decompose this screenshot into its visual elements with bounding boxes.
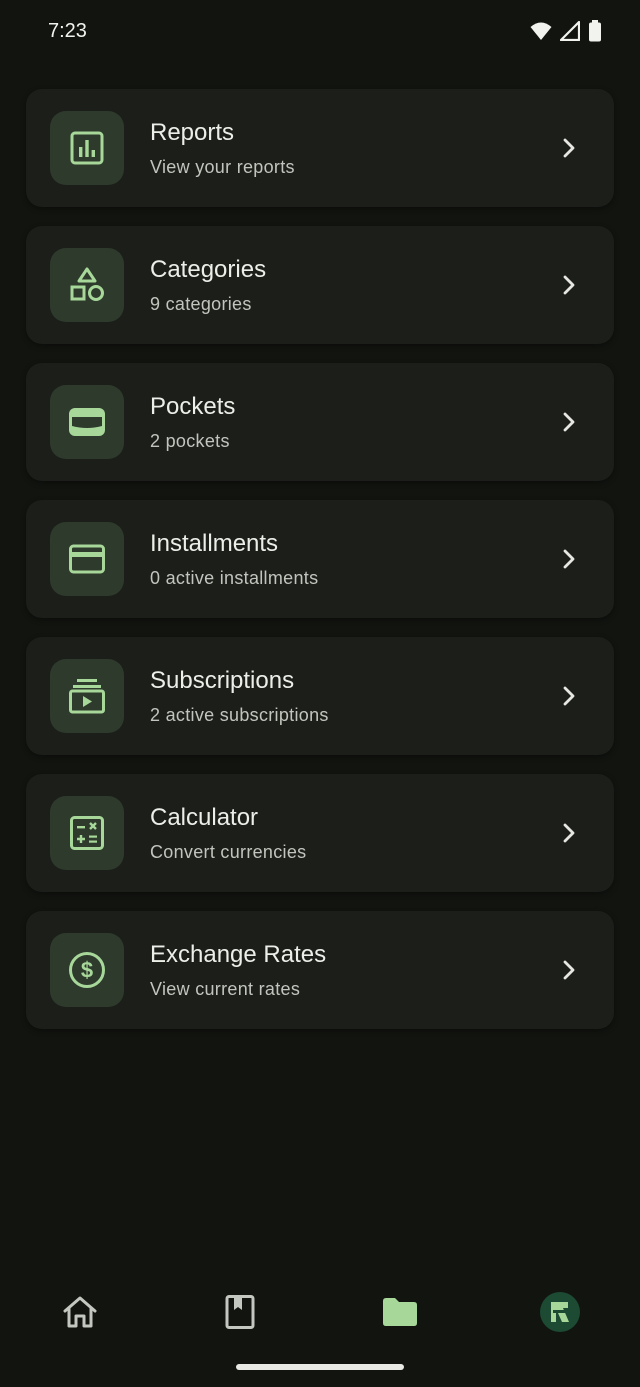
chevron-right-icon xyxy=(563,823,575,843)
battery-icon xyxy=(589,20,601,42)
card-subtitle: 2 pockets xyxy=(150,431,230,451)
card-title: Installments xyxy=(150,530,279,557)
chevron-right-icon xyxy=(563,549,575,569)
menu-list: Reports View your reports Categories 9 c… xyxy=(26,89,614,1048)
nav-home[interactable] xyxy=(56,1288,104,1336)
card-title: Calculator xyxy=(150,804,259,831)
card-icon-box xyxy=(50,796,124,870)
menu-item-categories[interactable]: Categories 9 categories xyxy=(26,226,614,344)
card-title: Reports xyxy=(150,119,235,146)
bookmark-book-icon xyxy=(225,1295,255,1329)
card-title: Pockets xyxy=(150,393,236,420)
card-icon-box xyxy=(50,111,124,185)
card-icon-box xyxy=(50,248,124,322)
card-title: Subscriptions xyxy=(150,667,295,694)
menu-item-pockets[interactable]: Pockets 2 pockets xyxy=(26,363,614,481)
menu-item-reports[interactable]: Reports View your reports xyxy=(26,89,614,207)
nav-profile[interactable] xyxy=(536,1288,584,1336)
card-subtitle: Convert currencies xyxy=(150,842,307,862)
card-icon-box xyxy=(50,385,124,459)
chevron-right-icon xyxy=(563,138,575,158)
status-bar: 7:23 xyxy=(0,0,640,64)
chevron-right-icon xyxy=(563,686,575,706)
menu-item-subscriptions[interactable]: Subscriptions 2 active subscriptions xyxy=(26,637,614,755)
nav-folder[interactable] xyxy=(376,1288,424,1336)
calculator-icon xyxy=(70,816,104,850)
card-subtitle: View current rates xyxy=(150,979,301,999)
card-subtitle: 2 active subscriptions xyxy=(150,705,329,725)
card-subtitle: View your reports xyxy=(150,157,295,177)
card-icon-box xyxy=(50,659,124,733)
subscriptions-icon xyxy=(69,679,105,714)
dollar-circle-icon: $ xyxy=(69,952,105,988)
card-icon-box xyxy=(50,522,124,596)
cellular-signal-icon xyxy=(560,21,580,41)
card-subtitle: 9 categories xyxy=(150,294,252,314)
svg-text:$: $ xyxy=(81,958,93,983)
shapes-icon xyxy=(70,267,104,301)
card-icon-box: $ xyxy=(50,933,124,1007)
menu-item-installments[interactable]: Installments 0 active installments xyxy=(26,500,614,618)
chevron-right-icon xyxy=(563,960,575,980)
home-icon xyxy=(63,1296,97,1328)
menu-item-calculator[interactable]: Calculator Convert currencies xyxy=(26,774,614,892)
app-logo-avatar-icon xyxy=(540,1292,580,1332)
bottom-navigation xyxy=(0,1270,640,1350)
card-title: Exchange Rates xyxy=(150,941,327,968)
nav-bookmarks[interactable] xyxy=(216,1288,264,1336)
bar-chart-icon xyxy=(70,131,104,165)
wifi-icon xyxy=(530,22,552,40)
chevron-right-icon xyxy=(563,412,575,432)
status-icons xyxy=(530,20,602,42)
card-subtitle: 0 active installments xyxy=(150,568,319,588)
credit-card-icon xyxy=(69,544,105,574)
home-indicator[interactable] xyxy=(236,1364,404,1370)
chevron-right-icon xyxy=(563,275,575,295)
menu-item-exchange-rates[interactable]: $ Exchange Rates View current rates xyxy=(26,911,614,1029)
card-title: Categories xyxy=(150,256,267,283)
status-time: 7:23 xyxy=(48,20,87,42)
folder-icon xyxy=(383,1298,417,1326)
wallet-icon xyxy=(69,408,105,436)
